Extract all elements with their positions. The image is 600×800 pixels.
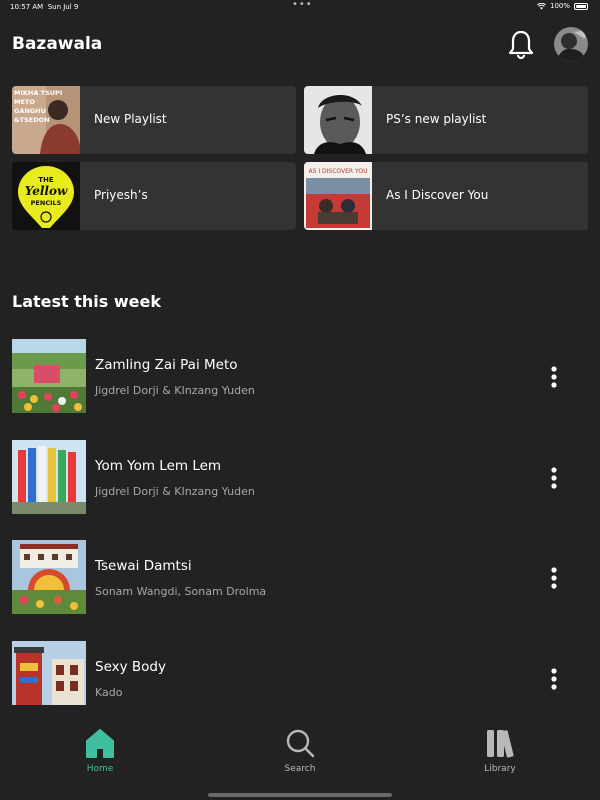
page-title: Bazawala (12, 34, 103, 54)
home-indicator[interactable] (208, 793, 392, 797)
playlist-tile[interactable]: AS I DISCOVER YOU As I Discover You (304, 162, 588, 230)
nav-home[interactable]: Home (60, 726, 140, 774)
home-icon (86, 729, 114, 758)
playlist-cover: AS I DISCOVER YOU (304, 162, 372, 230)
search-icon (286, 729, 315, 758)
more-vertical-icon[interactable] (546, 667, 562, 691)
song-artist: Jigdrel Dorji & KInzang Yuden (95, 485, 255, 498)
song-artwork (12, 540, 86, 614)
song-artwork (12, 440, 86, 514)
playlist-name: New Playlist (94, 112, 167, 126)
multitask-dots[interactable]: ••• (292, 0, 313, 10)
svg-text:MIKHA TSUPI: MIKHA TSUPI (14, 89, 62, 97)
battery-icon (574, 2, 588, 10)
song-title: Zamling Zai Pai Meto (95, 357, 238, 373)
song-row[interactable]: Tsewai Damtsi Sonam Wangdi, Sonam Drolma (12, 540, 588, 614)
status-time: 10:57 AM Sun Jul 9 (10, 3, 79, 11)
nav-search[interactable]: Search (260, 726, 340, 774)
status-right: 100% (537, 2, 588, 10)
nav-library[interactable]: Library (460, 726, 540, 774)
section-title: Latest this week (12, 292, 161, 311)
library-icon (487, 730, 514, 758)
playlist-cover (304, 86, 372, 154)
more-vertical-icon[interactable] (546, 365, 562, 389)
nav-home-label: Home (86, 764, 114, 774)
playlist-name: Priyesh’s (94, 188, 148, 202)
more-vertical-icon[interactable] (546, 466, 562, 490)
svg-text:THE: THE (38, 176, 54, 184)
song-artist: Sonam Wangdi, Sonam Drolma (95, 585, 267, 598)
song-row[interactable]: Sexy Body Kado (12, 641, 588, 705)
song-artwork (12, 641, 86, 705)
song-row[interactable]: Yom Yom Lem Lem Jigdrel Dorji & KInzang … (12, 440, 588, 514)
bottom-nav: Home Search Library (0, 706, 600, 800)
status-bar: 10:57 AM Sun Jul 9 ••• 100% (0, 0, 600, 14)
playlist-name: As I Discover You (386, 188, 489, 202)
playlist-tile[interactable]: THE Yellow PENCILS Priyesh’s (12, 162, 296, 230)
playlist-tile[interactable]: PS’s new playlist (304, 86, 588, 154)
svg-text:Yellow: Yellow (25, 184, 68, 198)
svg-text:AS I DISCOVER YOU: AS I DISCOVER YOU (309, 168, 368, 175)
svg-text:PENCILS: PENCILS (31, 199, 62, 207)
bell-icon[interactable] (506, 28, 536, 60)
avatar[interactable] (554, 27, 588, 61)
more-vertical-icon[interactable] (546, 566, 562, 590)
svg-text:METO: METO (14, 98, 35, 106)
song-artist: Jigdrel Dorji & KInzang Yuden (95, 384, 255, 397)
svg-text:GANGHU: GANGHU (14, 107, 46, 115)
nav-search-label: Search (284, 764, 316, 774)
song-artwork (12, 339, 86, 413)
playlist-name: PS’s new playlist (386, 112, 487, 126)
song-title: Sexy Body (95, 659, 166, 675)
playlist-cover: THE Yellow PENCILS (12, 162, 80, 230)
svg-text:&TSEDON: &TSEDON (14, 116, 50, 124)
song-row[interactable]: Zamling Zai Pai Meto Jigdrel Dorji & KIn… (12, 339, 588, 413)
song-title: Yom Yom Lem Lem (95, 458, 222, 474)
playlist-cover: MIKHA TSUPI METO GANGHU &TSEDON (12, 86, 80, 154)
playlist-tile[interactable]: MIKHA TSUPI METO GANGHU &TSEDON New Play… (12, 86, 296, 154)
song-artist: Kado (95, 686, 123, 699)
wifi-icon (537, 2, 546, 10)
song-title: Tsewai Damtsi (95, 558, 192, 574)
nav-library-label: Library (484, 764, 516, 774)
battery-percent: 100% (549, 2, 570, 10)
